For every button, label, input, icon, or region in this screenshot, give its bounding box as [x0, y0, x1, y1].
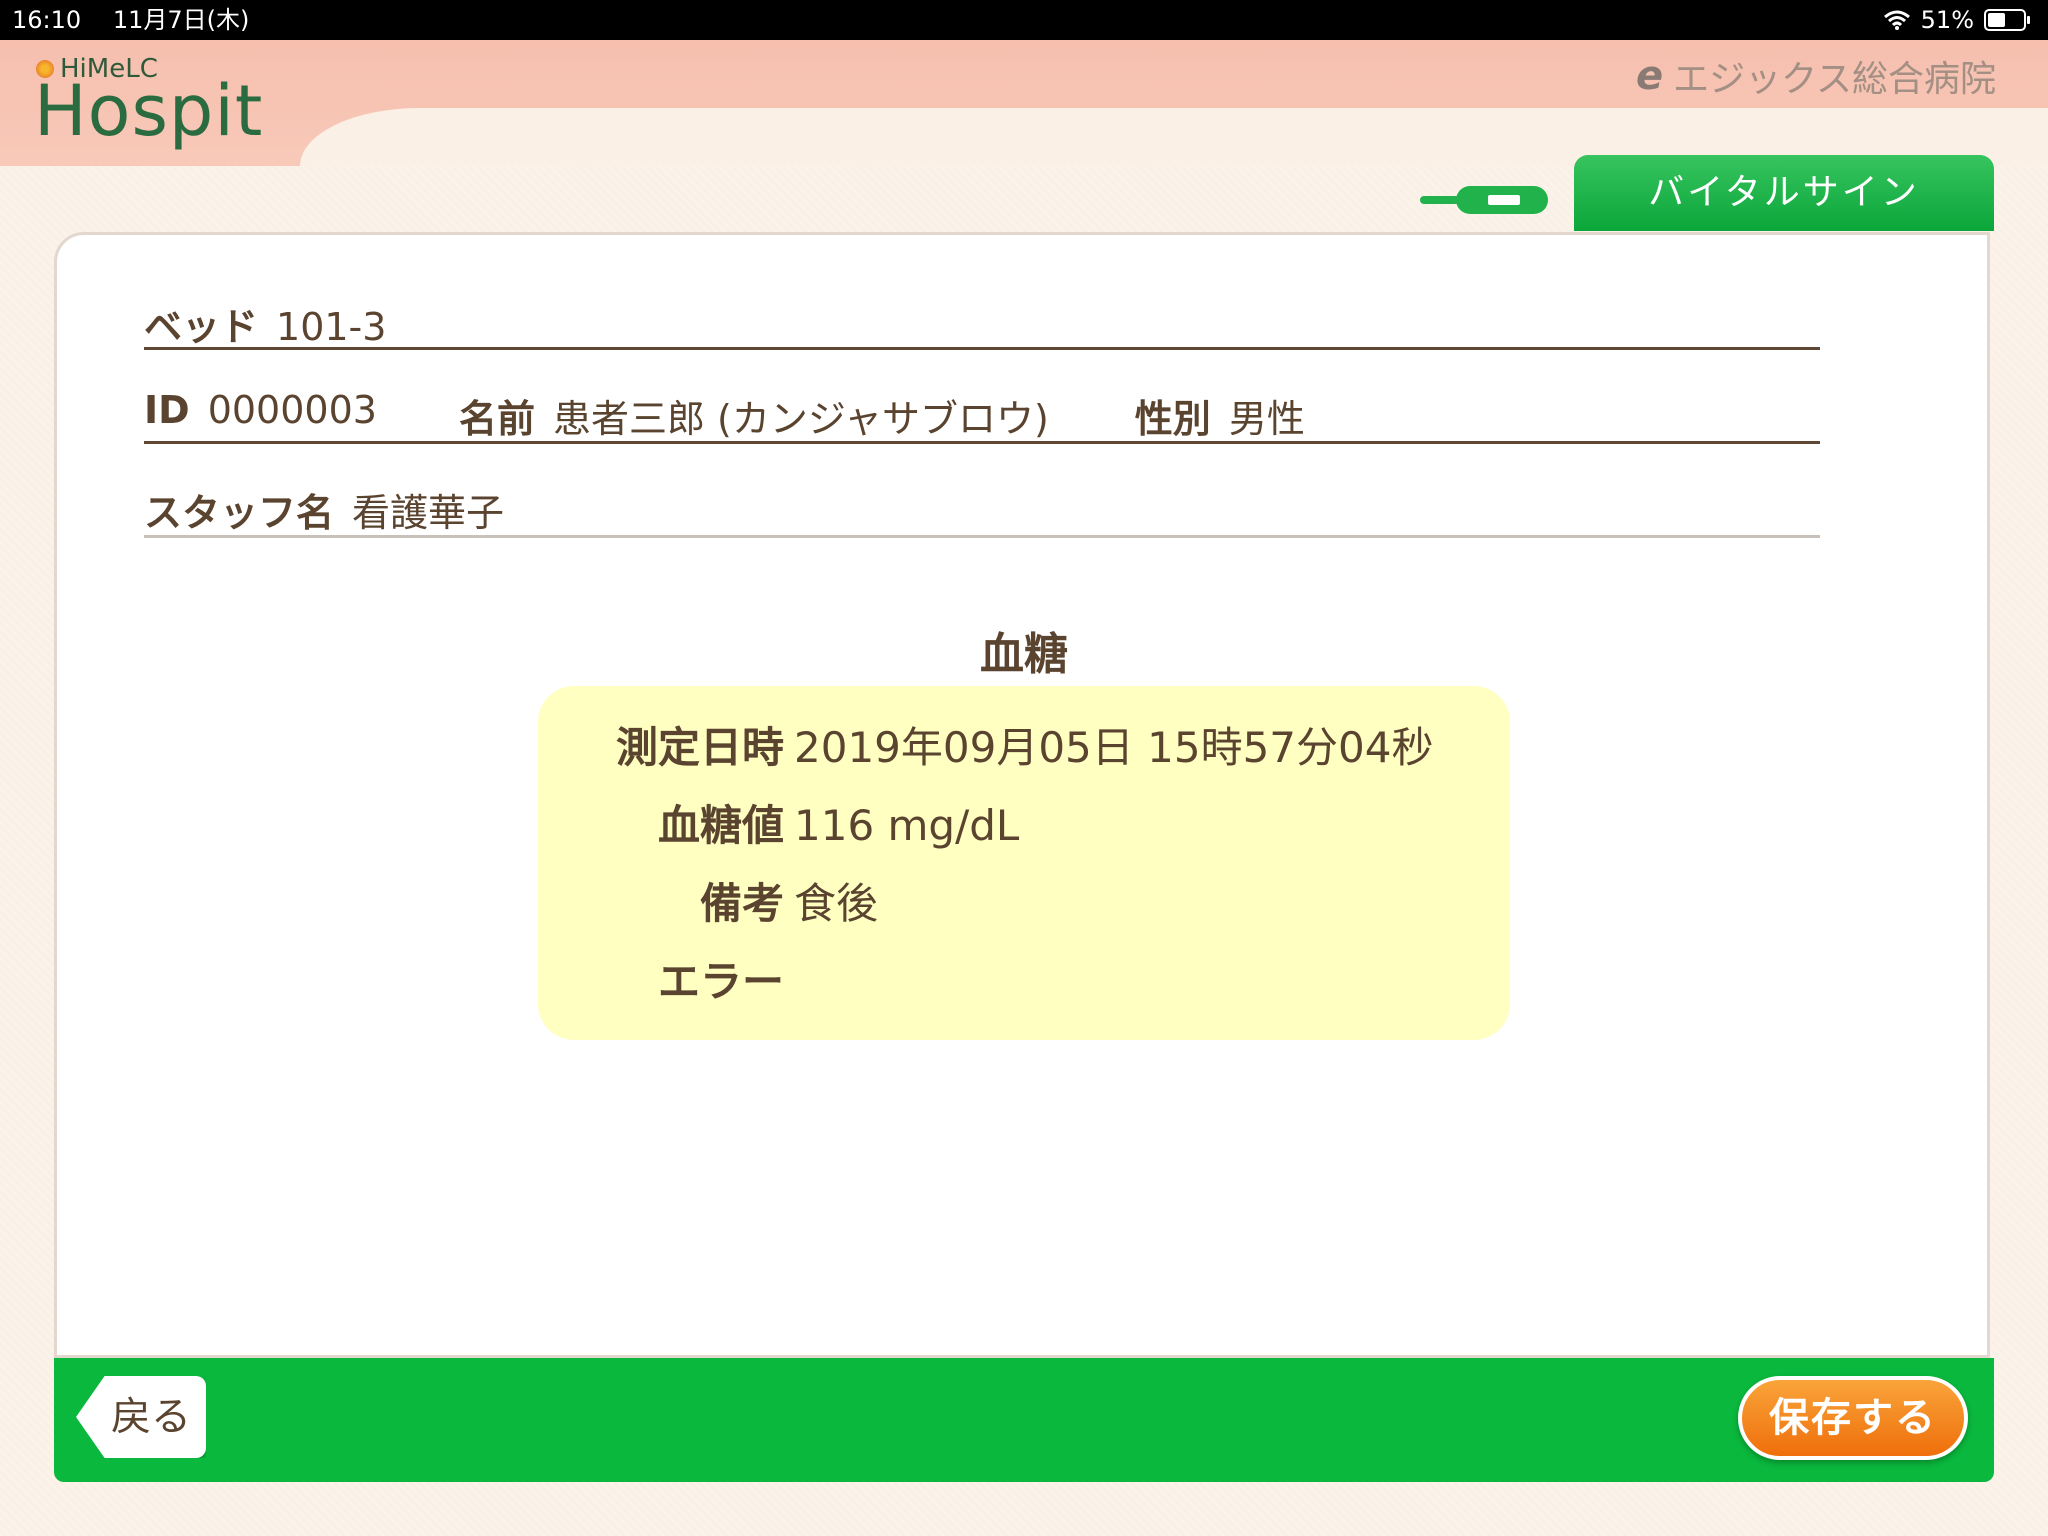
battery-icon	[1984, 9, 2030, 31]
patient-row: ID 0000003 名前 患者三郎 (カンジャサブロウ) 性別 男性	[144, 388, 1820, 444]
name-value: 患者三郎 (カンジャサブロウ)	[552, 397, 1049, 441]
row-label: エラー	[657, 957, 784, 1006]
id-value: 0000003	[207, 388, 377, 432]
row-value: 2019年09月05日 15時57分04秒	[794, 723, 1434, 772]
wifi-icon	[1883, 10, 1910, 30]
sex-label: 性別	[1134, 397, 1211, 441]
bottom-toolbar	[54, 1358, 1994, 1482]
app-logo: Hospit	[34, 70, 264, 152]
row-value: 116 mg/dL	[794, 801, 1020, 850]
battery-percent: 51%	[1920, 6, 1974, 34]
row-value: 食後	[794, 879, 879, 928]
staff-label: スタッフ名	[144, 491, 335, 535]
row-label: 測定日時	[615, 723, 784, 772]
sex-value: 男性	[1228, 397, 1305, 441]
hospital-logo-icon: e	[1635, 53, 1664, 99]
bed-label: ベッド	[144, 305, 259, 349]
staff-row: スタッフ名 看護華子	[144, 482, 1820, 538]
bed-row: ベッド 101-3	[144, 296, 1820, 350]
status-time: 16:10	[12, 6, 82, 34]
measurement-title: 血糖	[980, 629, 1068, 680]
row-label: 備考	[699, 879, 784, 928]
measure-datetime-row: 測定日時 2019年09月05日 15時57分04秒	[538, 718, 1510, 778]
status-bar: 16:10 11月7日(木) 51%	[0, 0, 2048, 40]
error-row: エラー	[538, 952, 1510, 1012]
measurement-card: 測定日時 2019年09月05日 15時57分04秒 血糖値 116 mg/dL…	[538, 686, 1510, 1040]
remarks-row: 備考 食後	[538, 874, 1510, 934]
staff-value: 看護華子	[352, 491, 505, 535]
name-label: 名前	[458, 397, 535, 441]
hospital-name: e エジックス総合病院	[1636, 50, 1996, 102]
thermometer-icon	[1420, 184, 1550, 214]
row-label: 血糖値	[657, 801, 784, 850]
save-button[interactable]: 保存する	[1738, 1376, 1968, 1460]
glucose-value-row: 血糖値 116 mg/dL	[538, 796, 1510, 856]
status-date: 11月7日(木)	[112, 6, 250, 34]
id-label: ID	[144, 388, 190, 432]
tab-vital-signs[interactable]: バイタルサイン	[1574, 155, 1994, 231]
bed-value: 101-3	[276, 305, 387, 349]
hospital-name-text: エジックス総合病院	[1673, 59, 1996, 100]
